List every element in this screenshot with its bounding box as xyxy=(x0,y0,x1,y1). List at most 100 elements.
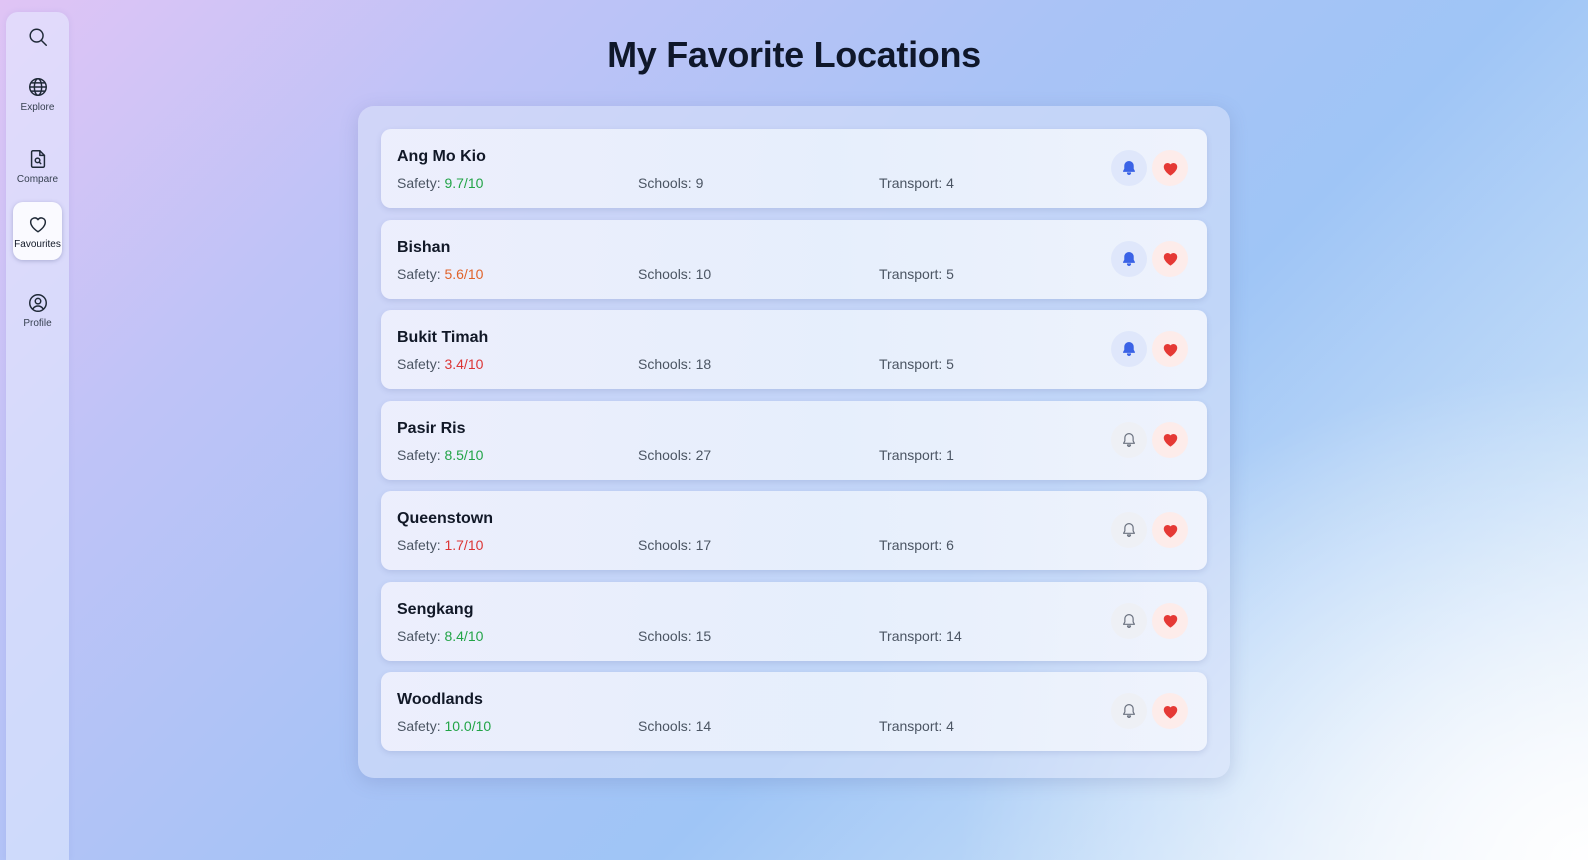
favorite-button[interactable] xyxy=(1152,693,1188,729)
schools-stat: Schools: 10 xyxy=(638,266,711,282)
safety-value: 1.7/10 xyxy=(444,537,484,553)
schools-stat: Schools: 27 xyxy=(638,447,711,463)
heart-filled-icon xyxy=(1163,162,1177,176)
heart-filled-icon xyxy=(1163,524,1177,538)
schools-value: 9 xyxy=(695,175,704,191)
location-card[interactable]: Pasir Ris Safety: 8.5/10 Schools: 27 Tra… xyxy=(381,400,1207,480)
safety-stat: Safety: 8.5/10 xyxy=(397,447,483,463)
schools-value: 14 xyxy=(695,718,712,734)
transport-stat: Transport: 5 xyxy=(879,266,954,282)
schools-label: Schools: xyxy=(638,446,696,463)
favorite-button[interactable] xyxy=(1152,512,1188,548)
transport-value: 5 xyxy=(946,356,954,372)
transport-value: 5 xyxy=(946,265,954,282)
transport-label: Transport: xyxy=(879,446,947,463)
sidebar-item-profile[interactable]: Profile xyxy=(12,280,63,340)
location-name: Woodlands xyxy=(397,691,483,708)
bell-icon xyxy=(1123,704,1135,718)
location-name: Bukit Timah xyxy=(397,329,489,346)
safety-stat: Safety: 10.0/10 xyxy=(397,718,491,734)
schools-value: 10 xyxy=(695,265,712,282)
sidebar-item-label: Explore xyxy=(20,101,55,113)
safety-stat: Safety: 1.7/10 xyxy=(397,537,483,553)
location-card[interactable]: Queenstown Safety: 1.7/10 Schools: 17 Tr… xyxy=(381,491,1207,570)
location-name: Bishan xyxy=(397,238,451,256)
location-card[interactable]: Bishan Safety: 5.6/10 Schools: 10 Transp… xyxy=(381,219,1207,299)
sidebar-item-compare[interactable]: Compare xyxy=(12,136,63,196)
heart-icon xyxy=(29,216,46,233)
bell-icon xyxy=(1123,342,1135,356)
schools-stat: Schools: 9 xyxy=(638,175,703,191)
bell-icon xyxy=(1123,523,1135,537)
location-name: Ang Mo Kio xyxy=(397,148,486,165)
transport-stat: Transport: 14 xyxy=(879,628,962,644)
favorite-button[interactable] xyxy=(1152,421,1188,458)
transport-label: Transport: xyxy=(879,175,947,191)
favorites-panel: Ang Mo Kio Safety: 9.7/10 Schools: 9 Tra… xyxy=(358,106,1230,778)
schools-label: Schools: xyxy=(638,537,696,553)
transport-stat: Transport: 5 xyxy=(879,356,954,372)
safety-label: Safety: xyxy=(397,537,445,553)
notification-toggle-button[interactable] xyxy=(1111,693,1147,729)
transport-value: 4 xyxy=(946,175,954,191)
safety-stat: Safety: 8.4/10 xyxy=(397,628,483,644)
schools-stat: Schools: 17 xyxy=(638,537,711,553)
notification-toggle-button[interactable] xyxy=(1111,240,1147,277)
schools-label: Schools: xyxy=(638,627,696,644)
sidebar: Explore Compare Favourites Profile xyxy=(6,12,69,860)
safety-label: Safety: xyxy=(397,627,445,644)
safety-value: 8.4/10 xyxy=(444,627,484,644)
transport-stat: Transport: 1 xyxy=(879,447,954,463)
schools-value: 15 xyxy=(695,627,712,644)
location-card[interactable]: Bukit Timah Safety: 3.4/10 Schools: 18 T… xyxy=(381,310,1207,389)
location-name: Queenstown xyxy=(397,510,494,527)
schools-stat: Schools: 18 xyxy=(638,356,711,372)
location-card[interactable]: Woodlands Safety: 10.0/10 Schools: 14 Tr… xyxy=(381,672,1207,751)
safety-label: Safety: xyxy=(397,175,445,191)
favorite-button[interactable] xyxy=(1152,331,1188,367)
notification-toggle-button[interactable] xyxy=(1111,602,1147,639)
heart-filled-icon xyxy=(1163,253,1177,266)
transport-stat: Transport: 4 xyxy=(879,175,954,191)
favorite-button[interactable] xyxy=(1152,240,1188,277)
sidebar-item-label: Profile xyxy=(23,317,52,329)
sidebar-item-label: Compare xyxy=(16,173,59,185)
safety-label: Safety: xyxy=(397,446,445,463)
schools-label: Schools: xyxy=(638,718,696,734)
notification-toggle-button[interactable] xyxy=(1111,421,1147,458)
safety-value: 5.6/10 xyxy=(444,265,484,282)
transport-label: Transport: xyxy=(879,718,947,734)
transport-value: 4 xyxy=(946,718,954,734)
safety-label: Safety: xyxy=(397,265,445,282)
notification-toggle-button[interactable] xyxy=(1111,331,1147,367)
transport-value: 14 xyxy=(946,627,962,644)
bell-icon xyxy=(1123,613,1135,628)
location-card[interactable]: Sengkang Safety: 8.4/10 Schools: 15 Tran… xyxy=(381,581,1207,661)
sidebar-item-label: Favourites xyxy=(14,238,61,250)
schools-value: 27 xyxy=(695,446,712,463)
bell-icon xyxy=(1123,161,1135,175)
location-name: Sengkang xyxy=(397,600,474,618)
bell-icon xyxy=(1123,251,1135,266)
notification-toggle-button[interactable] xyxy=(1111,512,1147,548)
safety-label: Safety: xyxy=(397,356,445,372)
bell-icon xyxy=(1123,432,1135,447)
transport-value: 6 xyxy=(946,537,954,553)
notification-toggle-button[interactable] xyxy=(1111,150,1147,186)
schools-stat: Schools: 15 xyxy=(638,628,711,644)
transport-label: Transport: xyxy=(879,537,947,553)
heart-filled-icon xyxy=(1163,434,1177,447)
transport-label: Transport: xyxy=(879,265,947,282)
schools-value: 17 xyxy=(695,537,712,553)
document-search-icon xyxy=(30,149,45,168)
location-card[interactable]: Ang Mo Kio Safety: 9.7/10 Schools: 9 Tra… xyxy=(381,129,1207,208)
heart-filled-icon xyxy=(1163,705,1177,719)
transport-stat: Transport: 4 xyxy=(879,718,954,734)
safety-value: 10.0/10 xyxy=(444,718,492,734)
sidebar-item-favourites[interactable]: Favourites xyxy=(13,202,62,260)
safety-stat: Safety: 3.4/10 xyxy=(397,356,483,372)
favorite-button[interactable] xyxy=(1152,602,1188,639)
safety-stat: Safety: 5.6/10 xyxy=(397,266,483,282)
schools-label: Schools: xyxy=(638,175,696,191)
favorite-button[interactable] xyxy=(1152,150,1188,186)
